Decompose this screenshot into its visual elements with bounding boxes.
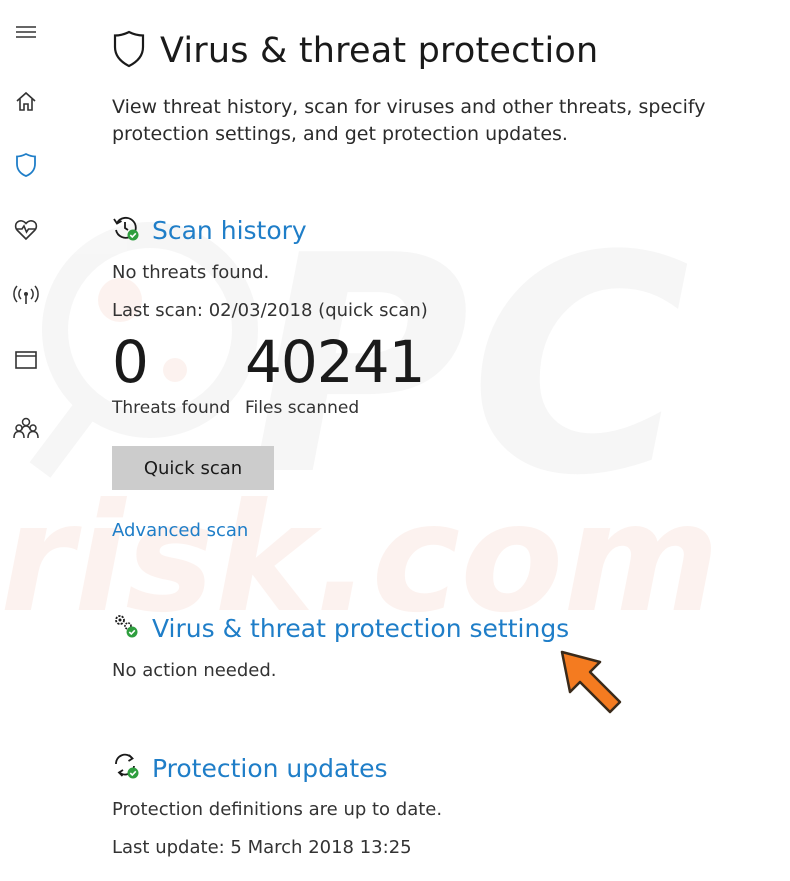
- history-clock-icon: [112, 214, 140, 246]
- protection-settings-link[interactable]: Virus & threat protection settings: [152, 614, 569, 643]
- settings-header: Virus & threat protection settings: [112, 612, 569, 644]
- last-scan-text: Last scan: 02/03/2018 (quick scan): [112, 300, 428, 321]
- orange-pointer-arrow-icon: [560, 650, 622, 714]
- updates-header: Protection updates: [112, 752, 388, 784]
- quick-scan-button[interactable]: Quick scan: [112, 446, 274, 490]
- wifi-antenna-icon[interactable]: [6, 275, 46, 315]
- threats-found-stat: 0 Threats found: [112, 330, 230, 418]
- gears-check-icon: [112, 612, 140, 644]
- hamburger-menu-icon[interactable]: [6, 12, 46, 52]
- settings-status-text: No action needed.: [112, 660, 277, 681]
- page-title: Virus & threat protection: [160, 31, 599, 71]
- defender-window: PC risk.com Virus & threat protection Vi…: [0, 0, 790, 881]
- heart-pulse-icon[interactable]: [6, 210, 46, 250]
- refresh-check-icon: [112, 752, 140, 784]
- family-icon[interactable]: [6, 408, 46, 448]
- threats-found-label: Threats found: [112, 398, 231, 418]
- threats-found-value: 0: [112, 328, 149, 396]
- scan-history-link[interactable]: Scan history: [152, 216, 307, 245]
- files-scanned-label: Files scanned: [245, 398, 360, 418]
- home-icon[interactable]: [6, 82, 46, 122]
- updates-status-text: Protection definitions are up to date.: [112, 799, 443, 820]
- page-description: View threat history, scan for viruses an…: [112, 96, 706, 145]
- app-browser-icon[interactable]: [6, 340, 46, 380]
- shield-icon[interactable]: [6, 145, 46, 185]
- navigation-rail: [0, 0, 52, 881]
- advanced-scan-link[interactable]: Advanced scan: [112, 520, 248, 541]
- files-scanned-stat: 40241 Files scanned: [245, 328, 426, 418]
- shield-outline-icon: [112, 30, 146, 72]
- last-update-text: Last update: 5 March 2018 13:25: [112, 837, 412, 858]
- page-header: Virus & threat protection: [112, 30, 598, 72]
- files-scanned-value: 40241: [245, 328, 426, 396]
- protection-updates-link[interactable]: Protection updates: [152, 754, 388, 783]
- scan-history-header: Scan history: [112, 214, 307, 246]
- scan-status-text: No threats found.: [112, 262, 270, 283]
